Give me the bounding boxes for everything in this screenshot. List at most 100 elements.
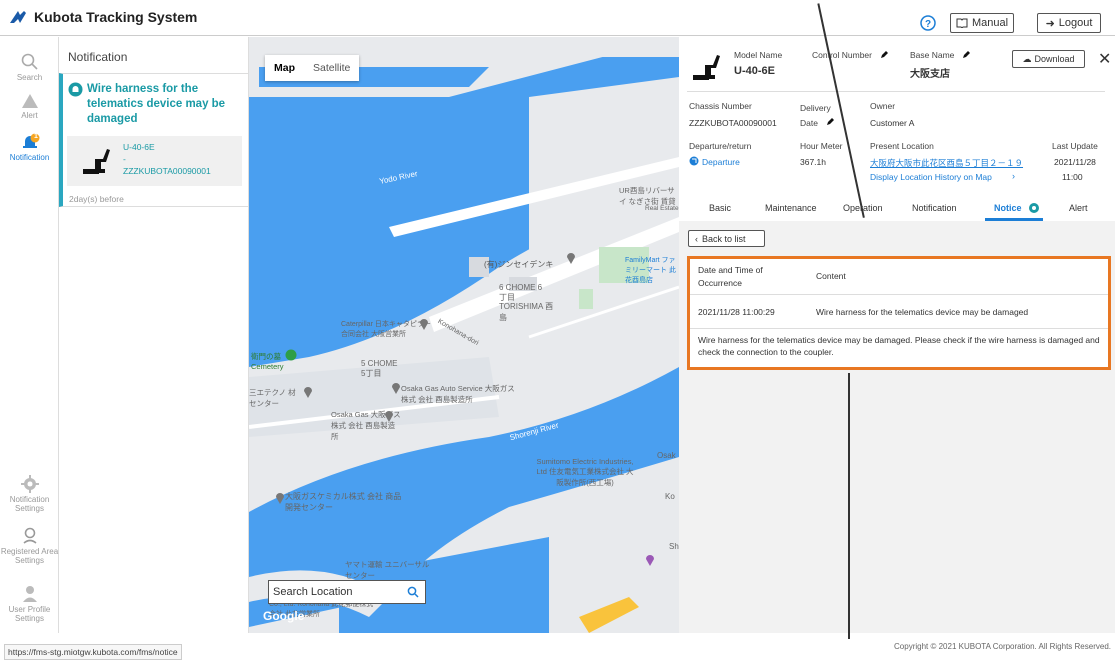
gear-icon bbox=[20, 475, 39, 493]
hour-meter-value: 367.1h bbox=[800, 157, 826, 167]
map-pin-icon bbox=[567, 253, 575, 264]
manual-button[interactable]: Manual bbox=[950, 13, 1014, 33]
departure-icon bbox=[689, 156, 699, 166]
control-number-label: Control Number bbox=[812, 50, 872, 60]
col-content-header: Content bbox=[816, 271, 846, 281]
google-logo: Google bbox=[263, 609, 305, 623]
owner-value: Customer A bbox=[870, 118, 915, 128]
app-logo[interactable]: Kubota Tracking System bbox=[8, 9, 197, 25]
pencil-icon[interactable] bbox=[962, 50, 971, 59]
rail-notification-label: Notification bbox=[9, 153, 50, 162]
kubota-logo-icon bbox=[10, 11, 26, 23]
rail-user-profile[interactable]: User Profile Settings bbox=[0, 585, 59, 623]
rail-user-profile-label: User Profile Settings bbox=[8, 605, 51, 623]
left-rail: Search Alert 1 Notification Notification… bbox=[0, 37, 59, 633]
notification-list-panel: Notification Wire harness for the telema… bbox=[59, 37, 249, 633]
map-pin-icon bbox=[392, 383, 400, 394]
logout-label: Logout bbox=[1058, 17, 1093, 29]
location-history-link[interactable]: Display Location History on Map bbox=[870, 172, 992, 182]
panel-divider bbox=[687, 91, 1105, 92]
excavator-icon bbox=[693, 55, 720, 80]
book-icon bbox=[956, 18, 968, 28]
machine-model: U-40-6E bbox=[123, 142, 155, 152]
bell-circle-icon bbox=[68, 82, 83, 97]
map-label-12: UR酉島リバーサイ なぎさ街 賃貸 bbox=[619, 186, 676, 206]
tab-basic[interactable]: Basic bbox=[709, 203, 731, 213]
notification-badge: 1 bbox=[34, 133, 38, 140]
map-label-10: ヤマト運輸 ユニバーサルセンター bbox=[345, 560, 430, 580]
notification-card[interactable]: Wire harness for the telematics device m… bbox=[59, 73, 248, 207]
rail-notification[interactable]: 1 Notification bbox=[0, 133, 59, 162]
machine-chassis: ZZZKUBOTA00090001 bbox=[123, 166, 211, 176]
map-area[interactable]: Map Satellite Yodo River Shorenji River … bbox=[249, 37, 679, 633]
tab-notification[interactable]: Notification bbox=[912, 203, 957, 213]
question-circle-icon[interactable]: ? bbox=[920, 15, 936, 31]
map-pin-icon bbox=[304, 387, 312, 398]
notice-row[interactable]: 2021/11/28 11:00:29 Wire harness for the… bbox=[690, 295, 1108, 329]
map-label-19: Sh bbox=[669, 542, 679, 551]
departure-value[interactable]: Departure bbox=[702, 157, 740, 167]
last-update-label: Last Update bbox=[1052, 141, 1098, 151]
status-url: https://fms-stg.miotgw.kubota.com/fms/no… bbox=[4, 644, 182, 660]
machine-dash: - bbox=[123, 154, 126, 164]
map-search-input[interactable]: Search Location bbox=[273, 586, 407, 598]
present-location-value[interactable]: 大阪府大阪市此花区酉島５丁目２－１９ bbox=[870, 157, 1023, 169]
map-label-2: 6 CHOME 6丁目 bbox=[499, 283, 543, 302]
owner-label: Owner bbox=[870, 101, 896, 111]
last-update-date: 2021/11/28 bbox=[1054, 157, 1096, 167]
notice-row-content: Wire harness for the telematics device m… bbox=[816, 307, 1029, 317]
map-label-8: Sumitomo Electric Industries, Ltd 住友電気工業… bbox=[536, 457, 634, 487]
excavator-icon bbox=[83, 149, 110, 174]
pencil-icon[interactable] bbox=[826, 117, 835, 126]
map-label-20: Real Estate bbox=[645, 205, 679, 212]
rail-alert[interactable]: Alert bbox=[0, 93, 59, 120]
map-label-6: Osaka Gas Auto Service 大阪ガス株式 会社 酉島製造所 bbox=[401, 384, 515, 404]
close-icon[interactable]: ✕ bbox=[1098, 49, 1111, 69]
map-park-icon bbox=[285, 349, 297, 361]
map-type-control: Map Satellite bbox=[265, 55, 360, 81]
notification-time: 2day(s) before bbox=[69, 194, 124, 204]
rail-registered-area[interactable]: Registered Area Settings bbox=[0, 527, 59, 565]
chevron-right-icon: › bbox=[1012, 171, 1015, 181]
search-icon[interactable] bbox=[407, 586, 419, 598]
notification-title: Wire harness for the telematics device m… bbox=[87, 83, 226, 125]
pencil-icon[interactable] bbox=[880, 50, 889, 59]
tab-alert[interactable]: Alert bbox=[1069, 203, 1088, 213]
search-icon bbox=[21, 53, 38, 70]
chevron-left-icon: ‹ bbox=[695, 233, 698, 244]
map-label-13: 衛門の墓 Cemetery bbox=[251, 352, 284, 371]
chassis-label: Chassis Number bbox=[689, 101, 752, 111]
map-label-1: (有)ジンセイデンキ bbox=[484, 260, 554, 269]
map-tab-map[interactable]: Map bbox=[265, 62, 304, 74]
notification-header: Notification bbox=[68, 50, 128, 64]
rail-notification-settings[interactable]: Notification Settings bbox=[0, 475, 59, 513]
machine-detail-panel: Model Name U-40-6E Control Number Base N… bbox=[679, 3, 1115, 639]
map-search-box[interactable]: Search Location bbox=[268, 580, 426, 604]
logout-button[interactable]: ➜ Logout bbox=[1037, 13, 1101, 33]
user-icon bbox=[22, 586, 37, 602]
tab-maintenance[interactable]: Maintenance bbox=[765, 203, 817, 213]
svg-text:?: ? bbox=[925, 19, 931, 30]
map-label-5: 5 CHOME 5丁目 bbox=[361, 359, 398, 378]
base-name-label: Base Name bbox=[910, 50, 955, 60]
top-bar: Kubota Tracking System ? Manual ➜ Logout bbox=[0, 0, 1115, 36]
rail-search[interactable]: Search bbox=[0, 53, 59, 82]
location-pin-icon bbox=[22, 527, 37, 544]
logout-icon: ➜ bbox=[1045, 17, 1055, 30]
notice-badge-icon bbox=[1029, 203, 1039, 213]
map-tab-satellite[interactable]: Satellite bbox=[304, 62, 359, 74]
warning-icon bbox=[21, 94, 38, 108]
tab-notice[interactable]: Notice bbox=[994, 203, 1022, 213]
annotation-arrow-bottom bbox=[848, 373, 850, 639]
hour-meter-label: Hour Meter bbox=[800, 141, 843, 151]
status-bar: https://fms-stg.miotgw.kubota.com/fms/no… bbox=[0, 639, 1115, 660]
departure-label: Departure/return bbox=[689, 141, 752, 151]
last-update-time: 11:00 bbox=[1062, 172, 1083, 182]
model-name: U-40-6E bbox=[734, 65, 775, 77]
notice-row-time: 2021/11/28 11:00:29 bbox=[698, 307, 775, 317]
back-to-list-button[interactable]: ‹ Back to list bbox=[688, 230, 765, 247]
notification-machine: U-40-6E - ZZZKUBOTA00090001 bbox=[67, 136, 242, 186]
download-button[interactable]: ☁ Download bbox=[1012, 50, 1085, 68]
active-tab-underline bbox=[985, 218, 1043, 221]
col-time-header: Date and Time of Occurrence bbox=[698, 265, 763, 288]
